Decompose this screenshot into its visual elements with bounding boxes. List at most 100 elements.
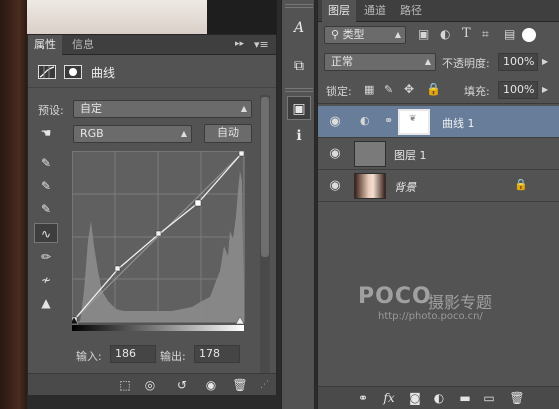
- tab-channels[interactable]: 通道: [358, 0, 392, 22]
- output-label: 输出:: [160, 350, 186, 363]
- visibility-eye-icon[interactable]: ◉: [326, 113, 344, 131]
- layers-panel: 图层 通道 路径 ⚲ 类型 ▲ ▣ ◐ T ⌗ ▤ 正常 ▲ 不透明度: 100…: [317, 0, 559, 409]
- lock-all-icon[interactable]: 🔒: [426, 82, 441, 96]
- panel-dock-strip: A ⧉ ▣ ℹ: [281, 0, 315, 409]
- properties-panel-icon[interactable]: ▣: [287, 96, 311, 120]
- adjustment-title: 曲线: [91, 66, 116, 80]
- watermark-url: http://photo.poco.cn/: [378, 311, 483, 322]
- filter-kind-value: 类型: [342, 28, 365, 41]
- layer-mask-thumbnail[interactable]: ❦: [398, 109, 430, 135]
- channel-select[interactable]: RGB ▲: [73, 125, 192, 143]
- link-layers-icon[interactable]: ⚭: [354, 389, 372, 407]
- resize-grip-icon[interactable]: ⋰: [260, 380, 269, 390]
- layer-row[interactable]: ◉ 图层 1: [318, 138, 559, 170]
- tab-properties[interactable]: 属性: [28, 35, 62, 55]
- panel-menu-icon[interactable]: ▾≡: [254, 38, 269, 51]
- view-previous-state-icon[interactable]: ◎: [141, 376, 159, 394]
- layer-row[interactable]: ◉ 背景 🔒: [318, 170, 559, 202]
- lock-transparent-icon[interactable]: ▦: [364, 83, 374, 96]
- adjustment-title-row: 曲线: [28, 56, 276, 88]
- output-field[interactable]: 178: [194, 345, 240, 363]
- lock-pixels-icon[interactable]: ✎: [384, 83, 393, 96]
- input-label: 输入:: [76, 350, 102, 363]
- tab-layers[interactable]: 图层: [322, 0, 356, 22]
- clip-to-layer-icon[interactable]: ⬚: [116, 376, 134, 394]
- lock-icon: 🔒: [514, 178, 528, 191]
- search-icon: ⚲: [331, 28, 340, 41]
- filter-type-icon[interactable]: T: [462, 26, 471, 41]
- filter-shape-icon[interactable]: ⌗: [482, 27, 489, 42]
- lock-position-icon[interactable]: ✥: [404, 82, 414, 96]
- canvas-photo: [0, 0, 27, 409]
- new-group-icon[interactable]: ▬: [456, 389, 474, 407]
- filter-adjustment-icon[interactable]: ◐: [440, 27, 450, 41]
- blend-mode-select[interactable]: 正常 ▲: [324, 53, 436, 71]
- chevron-updown-icon: ▲: [424, 57, 431, 66]
- layer-mask-icon[interactable]: [64, 65, 82, 79]
- input-field[interactable]: 186: [110, 345, 156, 363]
- divider: [318, 103, 559, 104]
- character-panel-icon[interactable]: A: [287, 16, 311, 40]
- visibility-eye-icon[interactable]: ◉: [326, 177, 344, 195]
- filter-pixel-icon[interactable]: ▣: [418, 27, 429, 41]
- chevron-updown-icon: ▲: [394, 30, 401, 39]
- layer-thumbnail: [354, 141, 386, 167]
- new-adjustment-icon[interactable]: ◐: [430, 389, 448, 407]
- layer-name: 背景: [394, 181, 416, 194]
- tab-paths[interactable]: 路径: [394, 0, 428, 22]
- curves-adjustment-icon: ◐: [360, 114, 370, 127]
- paragraph-panel-icon[interactable]: ⧉: [287, 54, 311, 78]
- curve-point[interactable]: [238, 151, 245, 157]
- layers-footer: ⚭ fx ◙ ◐ ▬ ▭ 🗑: [318, 386, 559, 409]
- preset-select[interactable]: 自定 ▲: [73, 100, 252, 118]
- properties-panel: 属性 信息 ▸▸ ▾≡ 曲线 预设: 自定 ▲ ☚ RGB ▲ 自动 ✎ ✎ ✎…: [27, 34, 277, 395]
- collapse-icon[interactable]: ▸▸: [235, 39, 244, 49]
- layer-filter-select[interactable]: ⚲ 类型 ▲: [324, 26, 406, 44]
- visibility-eye-icon[interactable]: ◉: [326, 145, 344, 163]
- fill-field[interactable]: 100%: [498, 81, 538, 99]
- tab-info[interactable]: 信息: [66, 35, 100, 55]
- blend-mode-value: 正常: [331, 55, 353, 68]
- add-mask-icon[interactable]: ◙: [406, 389, 424, 407]
- clipping-warning-icon[interactable]: ▲: [36, 293, 56, 313]
- curve-point[interactable]: [194, 199, 202, 207]
- trash-icon[interactable]: 🗑: [231, 376, 249, 394]
- filter-toggle-icon[interactable]: [522, 28, 536, 42]
- fill-dropdown-icon[interactable]: ▶: [542, 85, 548, 94]
- opacity-field[interactable]: 100%: [498, 53, 538, 71]
- channel-value: RGB: [80, 127, 104, 140]
- layer-row-selected[interactable]: ◉ ◐ ⚭ ❦ 曲线 1: [318, 106, 559, 138]
- hand-adjust-icon[interactable]: ☚: [36, 123, 56, 143]
- dock-grip[interactable]: [285, 88, 313, 92]
- pencil-draw-icon[interactable]: ✏: [36, 247, 56, 267]
- opacity-label: 不透明度:: [442, 57, 490, 70]
- opacity-dropdown-icon[interactable]: ▶: [542, 57, 548, 66]
- fx-icon[interactable]: fx: [380, 389, 398, 407]
- smooth-curve-icon[interactable]: ≁: [36, 270, 56, 290]
- chevron-updown-icon: ▲: [180, 129, 187, 138]
- trash-icon[interactable]: 🗑: [508, 389, 526, 407]
- new-layer-icon[interactable]: ▭: [480, 389, 498, 407]
- curve-points-icon[interactable]: ∿: [34, 223, 58, 243]
- curves-graph[interactable]: [72, 151, 252, 333]
- preset-label: 预设:: [38, 104, 64, 117]
- layers-panel-header: 图层 通道 路径: [318, 0, 559, 22]
- canvas-dark-area: [207, 0, 277, 34]
- scroll-thumb[interactable]: [261, 97, 269, 257]
- link-icon[interactable]: ⚭: [384, 114, 393, 127]
- preset-value: 自定: [80, 102, 102, 115]
- canvas-photo-top: [27, 0, 207, 34]
- watermark-brand: POCO: [358, 284, 432, 309]
- visibility-eye-icon[interactable]: ◉: [202, 376, 220, 394]
- reset-icon[interactable]: ↺: [173, 376, 191, 394]
- curve-point[interactable]: [155, 230, 162, 237]
- eyedropper-black-icon[interactable]: ✎: [36, 153, 56, 173]
- eyedropper-white-icon[interactable]: ✎: [36, 199, 56, 219]
- eyedropper-gray-icon[interactable]: ✎: [36, 176, 56, 196]
- mask-content-icon: ❦: [409, 114, 417, 124]
- filter-smartobject-icon[interactable]: ▤: [504, 27, 515, 41]
- dock-grip[interactable]: [285, 4, 313, 8]
- curve-point[interactable]: [114, 265, 121, 272]
- auto-button[interactable]: 自动: [204, 124, 252, 143]
- info-panel-icon[interactable]: ℹ: [287, 124, 311, 148]
